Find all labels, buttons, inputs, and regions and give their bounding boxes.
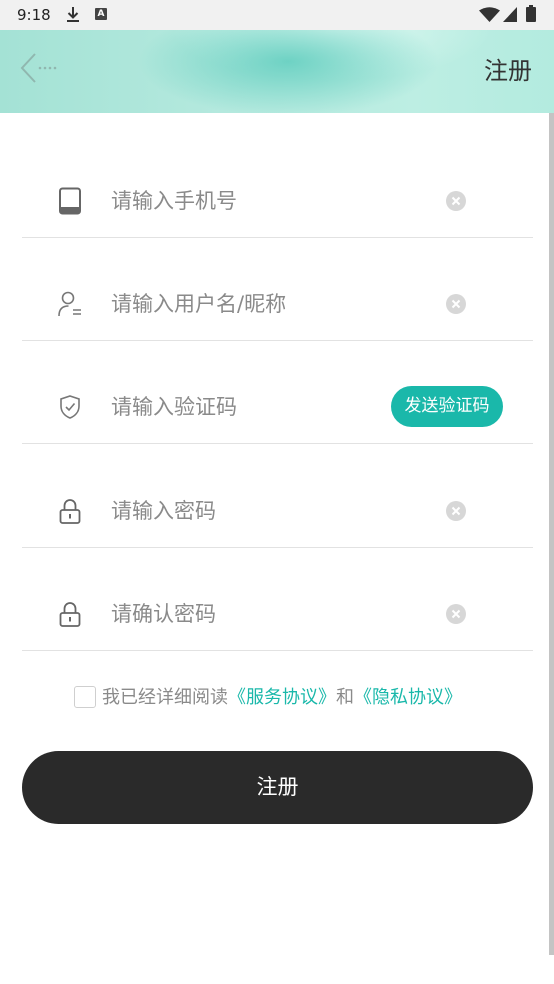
download-icon [66, 6, 80, 23]
clear-icon[interactable] [446, 501, 466, 521]
user-icon [57, 290, 83, 318]
phone-input[interactable] [111, 184, 421, 218]
send-code-button[interactable]: 发送验证码 [391, 386, 503, 427]
battery-icon [526, 5, 536, 22]
scrollbar[interactable] [549, 113, 554, 955]
signal-icon [503, 7, 517, 22]
username-row [22, 238, 533, 341]
agreement-row: 我已经详细阅读《服务协议》和《隐私协议》 [74, 686, 494, 710]
clear-icon[interactable] [446, 294, 466, 314]
lock-icon [57, 497, 83, 525]
page-title: 注册 [484, 57, 532, 85]
app-badge-icon: A [95, 8, 107, 20]
status-time: 9:18 [17, 6, 51, 24]
status-bar: 9:18 A [0, 0, 554, 30]
username-input[interactable] [111, 287, 421, 321]
service-agreement-link[interactable]: 《服务协议》 [228, 687, 336, 708]
confirm-password-row [22, 548, 533, 651]
password-input[interactable] [111, 494, 421, 528]
agreement-checkbox[interactable] [74, 686, 96, 708]
wifi-icon [479, 7, 500, 22]
verification-row: 发送验证码 [22, 341, 533, 444]
phone-row [22, 135, 533, 238]
agreement-conjunction: 和 [336, 687, 354, 708]
back-arrow-icon[interactable] [18, 52, 62, 84]
register-button[interactable]: 注册 [22, 751, 533, 824]
phone-icon [57, 187, 83, 215]
lock-icon [57, 600, 83, 628]
header: 注册 [0, 30, 554, 113]
verification-code-input[interactable] [111, 390, 381, 424]
agreement-text: 我已经详细阅读《服务协议》和《隐私协议》 [102, 686, 462, 710]
clear-icon[interactable] [446, 191, 466, 211]
clear-icon[interactable] [446, 604, 466, 624]
confirm-password-input[interactable] [111, 597, 421, 631]
shield-check-icon [57, 393, 83, 421]
agreement-prefix: 我已经详细阅读 [102, 687, 228, 708]
privacy-agreement-link[interactable]: 《隐私协议》 [354, 687, 462, 708]
password-row [22, 445, 533, 548]
